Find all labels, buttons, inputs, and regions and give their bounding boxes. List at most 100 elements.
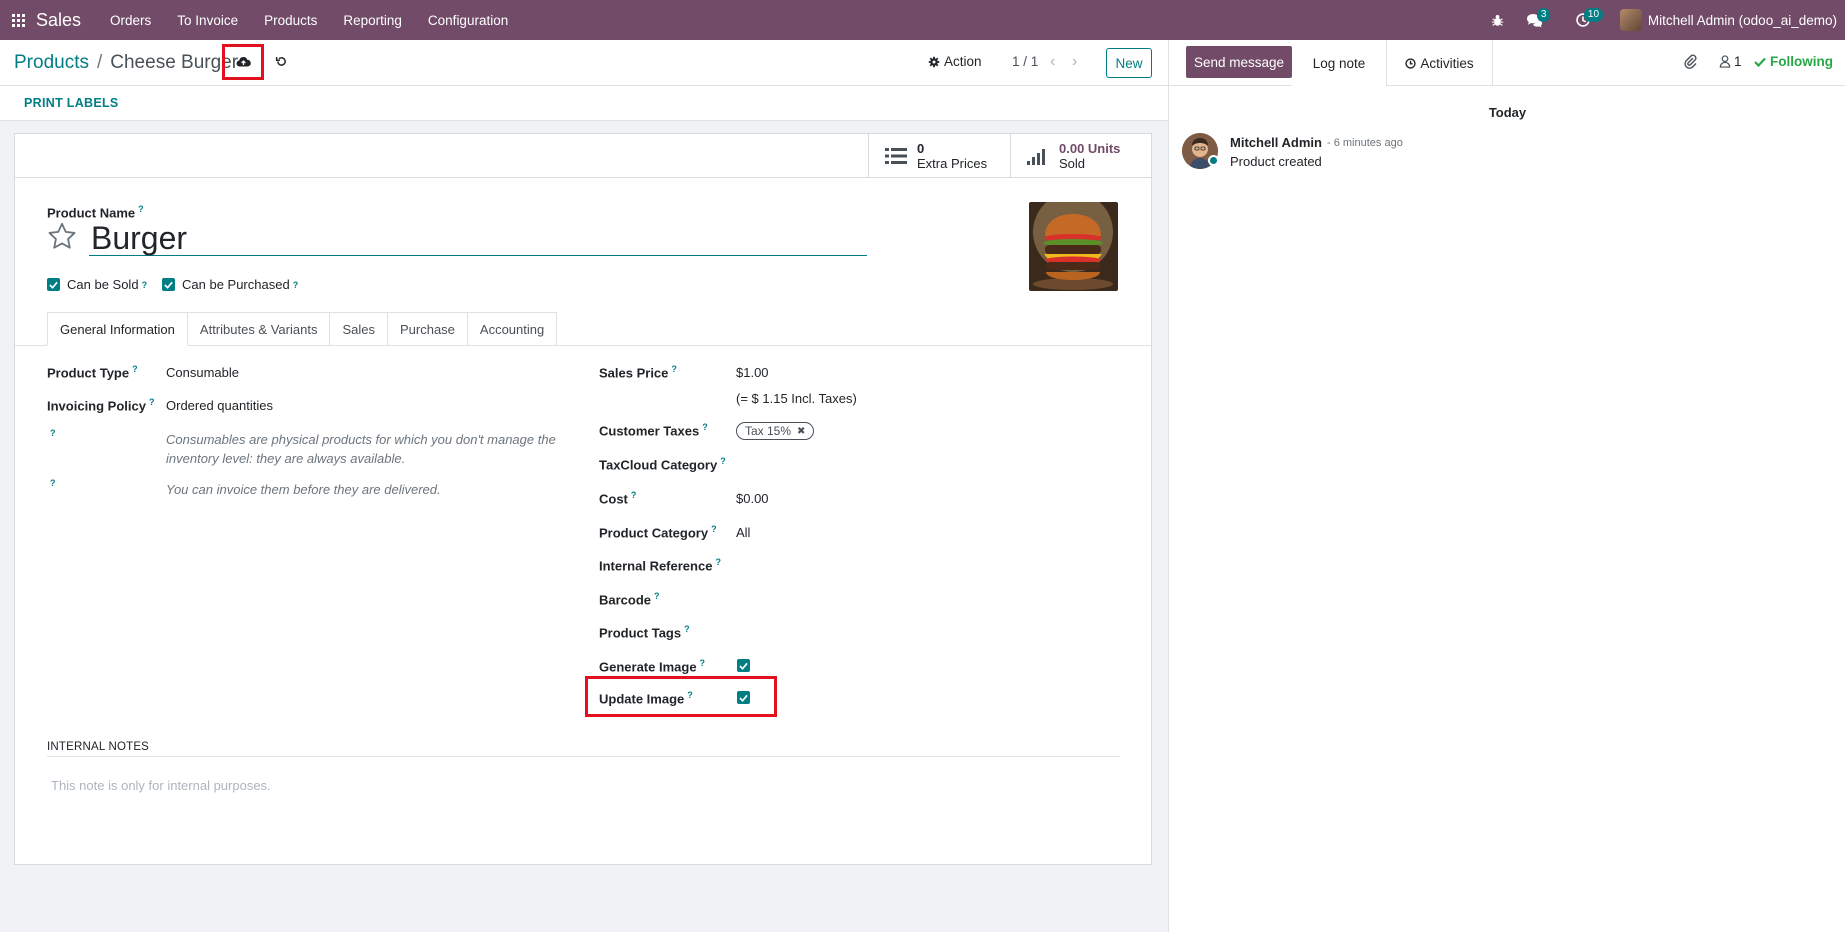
generate-image-checkbox[interactable] [737,659,750,672]
activities-clock-icon[interactable]: 10 [1565,0,1616,40]
can-be-purchased-label: Can be Purchased [182,277,290,292]
following-button[interactable]: Following [1754,54,1833,69]
attachment-paperclip-icon[interactable] [1682,53,1698,72]
extra-prices-label: Extra Prices [917,155,988,171]
update-image-label: Update Image? [599,690,693,707]
can-be-sold-checkbox[interactable]: Can be Sold? [47,277,147,292]
breadcrumb-products[interactable]: Products [14,52,89,74]
help-tooltip-icon[interactable]: ? [50,428,56,438]
status-bar: PRINT LABELS [0,86,1168,121]
units-sold-label: Sold [1059,155,1086,171]
favorite-star-icon[interactable] [47,222,77,253]
checkbox-checked-icon [162,278,175,291]
checkbox-checked-icon [47,278,60,291]
signal-bars-icon [1027,146,1049,166]
new-button[interactable]: New [1106,48,1152,78]
activities-button[interactable]: Activities [1387,40,1493,86]
log-note-button[interactable]: Log note [1292,40,1387,86]
message-author[interactable]: Mitchell Admin [1230,135,1322,150]
taxcloud-category-label: TaxCloud Category? [599,456,726,473]
print-labels-button[interactable]: PRINT LABELS [24,96,119,110]
cost-input[interactable]: $0.00 [736,491,769,506]
cloud-upload-icon [236,57,251,67]
list-icon [885,146,907,166]
tab-general-information[interactable]: General Information [47,312,188,346]
messages-count-badge: 3 [1536,8,1551,22]
menu-products[interactable]: Products [251,0,330,40]
customer-taxes-label: Customer Taxes? [599,422,708,439]
debug-bug-icon[interactable] [1480,0,1515,40]
activities-count-badge: 10 [1583,8,1604,22]
remove-tag-icon[interactable]: ✖ [797,426,805,437]
discard-changes-button[interactable] [272,52,290,70]
pager-next-icon[interactable]: › [1072,53,1077,71]
gear-icon [928,56,940,67]
chatter-topbar: Send message Log note Activities 1 Follo… [1169,40,1845,86]
message-timestamp: - 6 minutes ago [1327,137,1403,149]
notes-divider [47,756,1120,757]
consumable-help-text: Consumables are physical products for wh… [166,432,556,466]
app-name[interactable]: Sales [36,10,81,31]
breadcrumb-current: Cheese Burger [110,52,239,73]
invoice-help-text: You can invoice them before they are del… [166,482,441,497]
can-be-sold-label: Can be Sold [67,277,139,292]
followers-button[interactable]: 1 [1719,54,1742,69]
generate-image-label: Generate Image? [599,658,706,675]
tab-sales[interactable]: Sales [330,312,388,346]
menu-configuration[interactable]: Configuration [415,0,521,40]
product-type-label: Product Type? [47,364,138,381]
online-status-indicator [1208,155,1219,166]
user-avatar [1619,9,1642,31]
control-panel: Products / Cheese Burger Action 1 / 1 ‹ … [0,40,1168,86]
tab-accounting[interactable]: Accounting [467,312,558,346]
update-image-checkbox[interactable] [737,691,750,704]
tab-attributes-variants[interactable]: Attributes & Variants [187,312,331,346]
chatter-panel: Send message Log note Activities 1 Follo… [1168,40,1845,932]
user-menu[interactable]: Mitchell Admin (odoo_ai_demo) [1616,9,1837,31]
units-sold-value: 0.00 Units [1059,140,1121,156]
menu-to-invoice[interactable]: To Invoice [164,0,251,40]
product-image[interactable] [1029,202,1118,291]
extra-prices-value: 0 [917,140,925,156]
pager-previous-icon[interactable]: ‹ [1050,53,1055,71]
can-be-purchased-checkbox[interactable]: Can be Purchased? [162,277,298,292]
form-sheet: 0 Extra Prices 0.00 Units Sold Product N… [14,133,1152,865]
internal-notes-field[interactable]: This note is only for internal purposes. [51,778,271,793]
product-type-select[interactable]: Consumable [166,365,239,380]
units-sold-button[interactable]: 0.00 Units Sold [1010,134,1151,177]
breadcrumb: Products / Cheese Burger [14,52,239,74]
product-category-label: Product Category? [599,524,717,541]
top-navbar: Sales Orders To Invoice Products Reporti… [0,0,1845,40]
send-message-button[interactable]: Send message [1186,46,1292,78]
activities-label: Activities [1420,55,1474,71]
tab-purchase[interactable]: Purchase [387,312,468,346]
user-icon [1719,55,1731,68]
tax-tag[interactable]: Tax 15% ✖ [736,422,815,440]
menu-reporting[interactable]: Reporting [330,0,415,40]
clock-icon [1405,57,1417,69]
invoicing-policy-select[interactable]: Ordered quantities [166,398,273,413]
barcode-label: Barcode? [599,591,660,608]
help-tooltip-icon[interactable]: ? [50,478,56,488]
extra-prices-button[interactable]: 0 Extra Prices [868,134,1010,177]
save-button[interactable] [222,44,264,80]
messages-icon[interactable]: 3 [1515,0,1565,40]
product-name-label: Product Name? [47,204,144,221]
sales-price-input[interactable]: $1.00 [736,365,769,380]
notebook-tabs: General Information Attributes & Variant… [47,312,558,346]
product-name-input[interactable]: Burger [89,220,867,256]
message-body: Product created [1230,154,1322,169]
cost-label: Cost? [599,490,637,507]
product-category-select[interactable]: All [736,525,750,540]
check-icon [1754,57,1766,67]
menu-orders[interactable]: Orders [97,0,164,40]
undo-icon [275,56,286,66]
date-separator-today: Today [1488,105,1527,120]
action-menu-button[interactable]: Action [928,54,982,69]
incl-taxes-text: (= $ 1.15 Incl. Taxes) [736,391,857,406]
apps-menu-icon[interactable] [1,0,35,40]
smart-button-box: 0 Extra Prices 0.00 Units Sold [15,134,1151,178]
internal-notes-title: INTERNAL NOTES [47,741,150,753]
following-label: Following [1770,54,1833,69]
pager-value[interactable]: 1 / 1 [1012,54,1038,69]
